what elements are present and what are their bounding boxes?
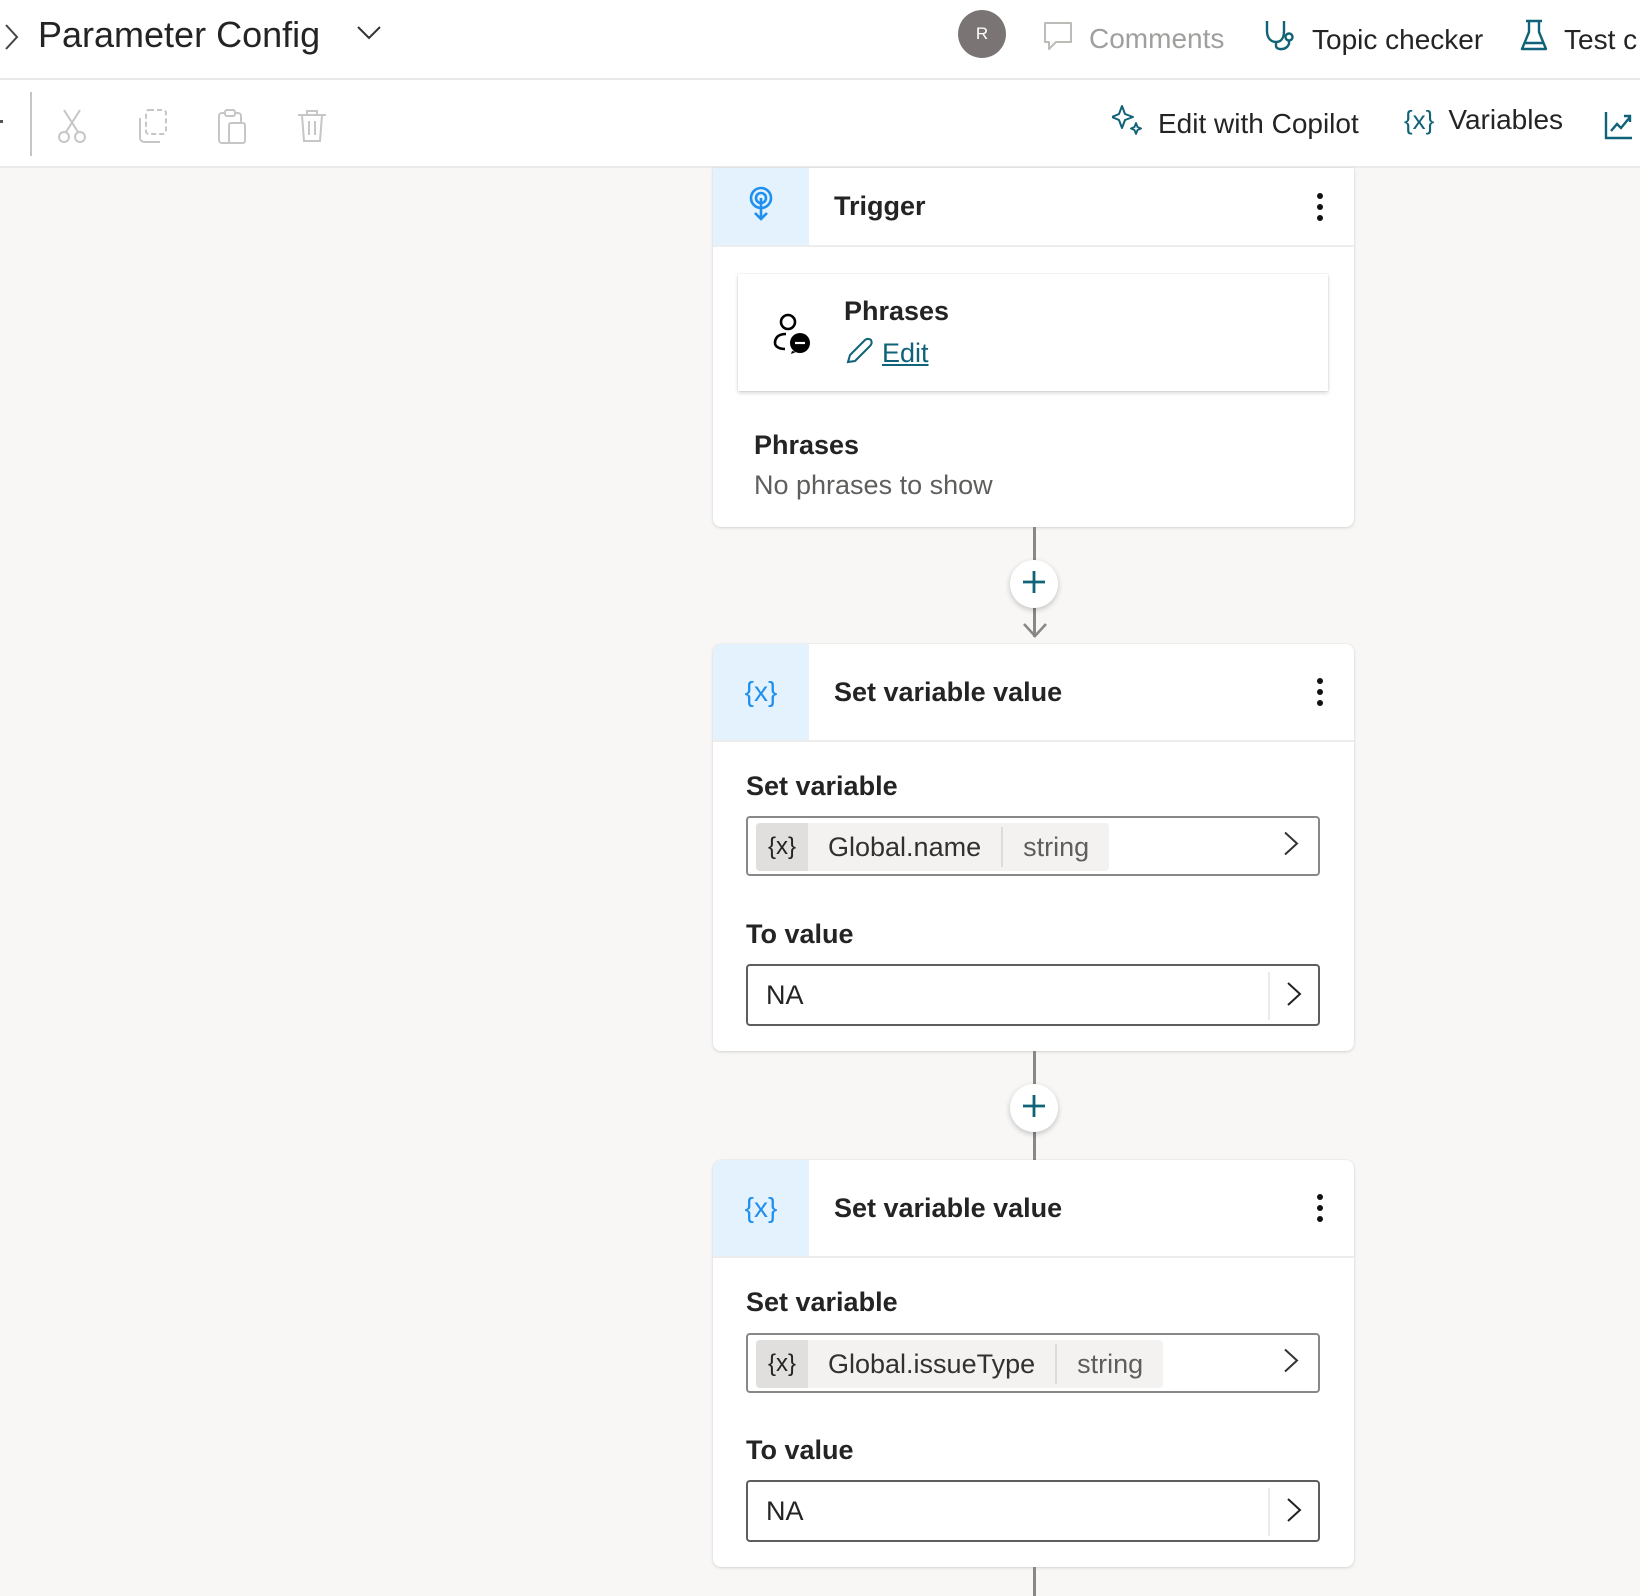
sparkle-icon — [1111, 104, 1144, 143]
card-header: {x} Set variable value — [713, 1160, 1354, 1258]
trigger-title: Trigger — [834, 191, 926, 221]
set-variable-label: Set variable — [746, 771, 898, 801]
clipboard-icon[interactable] — [216, 108, 248, 151]
variable-icon: {x} — [744, 1192, 778, 1223]
edit-phrases-link[interactable]: Edit — [844, 336, 929, 371]
variable-icon: {x} — [756, 1340, 808, 1388]
to-value-text: NA — [766, 1495, 804, 1526]
more-options-icon[interactable] — [1310, 1194, 1330, 1222]
phrases-box-title: Phrases — [844, 296, 950, 326]
stethoscope-icon — [1262, 18, 1298, 61]
variable-icon-wrap: {x} — [713, 644, 809, 740]
set-variable-label: Set variable — [746, 1287, 898, 1317]
toolbar: Edit with Copilot {x} Variables — [0, 80, 1640, 168]
comments-button[interactable]: Comments — [1041, 18, 1224, 59]
set-variable-card[interactable]: {x} Set variable value Set variable {x} … — [713, 1160, 1354, 1567]
set-variable-field[interactable]: {x} Global.issueType string — [746, 1333, 1320, 1393]
to-value-label: To value — [746, 1435, 854, 1465]
variables-button[interactable]: {x} Variables — [1404, 104, 1563, 136]
chevron-right-icon[interactable] — [1282, 830, 1300, 863]
more-options-icon[interactable] — [1310, 678, 1330, 706]
variable-icon: {x} — [756, 823, 808, 871]
copy-icon[interactable] — [136, 108, 170, 149]
beaker-icon — [1518, 18, 1550, 61]
phrases-label: Phrases — [754, 430, 860, 460]
comments-label: Comments — [1089, 22, 1225, 54]
trigger-card-header: Trigger — [713, 168, 1354, 247]
page-title: Parameter Config — [38, 14, 321, 55]
card-title: Set variable value — [834, 1192, 1063, 1223]
plus-icon — [1021, 569, 1047, 600]
more-options-icon[interactable] — [1310, 192, 1330, 221]
card-title: Set variable value — [834, 676, 1063, 707]
variable-icon: {x} — [1404, 104, 1435, 135]
edit-with-copilot-label: Edit with Copilot — [1158, 107, 1359, 139]
variable-chip[interactable]: {x} Global.issueType string — [756, 1340, 1164, 1388]
add-node-button[interactable] — [1010, 1084, 1058, 1132]
trigger-card[interactable]: Trigger Phrases Edit Phrases No phrases … — [713, 168, 1354, 527]
person-chat-icon — [772, 312, 812, 361]
variable-type: string — [1077, 1348, 1144, 1379]
chevron-right-icon[interactable] — [1282, 1347, 1300, 1380]
trigger-icon — [746, 186, 776, 227]
variable-icon: {x} — [744, 676, 778, 707]
variable-name: Global.name — [828, 831, 982, 862]
card-header: {x} Set variable value — [713, 644, 1354, 742]
to-value-label: To value — [746, 919, 854, 949]
value-picker-button[interactable] — [1268, 972, 1318, 1020]
phrases-box[interactable]: Phrases Edit — [738, 274, 1328, 391]
scissors-icon[interactable] — [56, 108, 88, 149]
chevron-right-icon[interactable] — [4, 22, 20, 57]
topic-checker-button[interactable]: Topic checker — [1262, 18, 1483, 61]
to-value-text: NA — [766, 979, 804, 1010]
edit-with-copilot-button[interactable]: Edit with Copilot — [1111, 104, 1359, 143]
toolbar-divider — [30, 92, 32, 156]
topic-checker-label: Topic checker — [1312, 23, 1484, 55]
add-node-button[interactable] — [1010, 560, 1058, 608]
trigger-icon-wrap — [713, 168, 809, 245]
trash-icon[interactable] — [296, 108, 328, 149]
test-label: Test c — [1564, 23, 1638, 55]
connector-line — [1033, 1567, 1036, 1596]
top-bar: Parameter Config R Comments Topic checke… — [0, 0, 1640, 80]
variable-type: string — [1023, 831, 1090, 862]
variable-name: Global.issueType — [828, 1348, 1036, 1379]
chevron-right-icon — [1285, 980, 1303, 1013]
variables-label: Variables — [1448, 104, 1564, 135]
variable-icon-wrap: {x} — [713, 1160, 809, 1256]
avatar[interactable]: R — [958, 10, 1006, 58]
test-button[interactable]: Test c — [1518, 18, 1637, 61]
edit-link[interactable]: Edit — [882, 338, 929, 369]
pencil-icon — [844, 336, 874, 371]
value-picker-button[interactable] — [1268, 1488, 1318, 1536]
undo-icon-fragment[interactable] — [0, 120, 3, 123]
arrow-down-icon — [1022, 620, 1048, 645]
chevron-down-icon[interactable] — [356, 24, 382, 47]
to-value-field[interactable]: NA — [746, 964, 1320, 1026]
plus-icon — [1021, 1093, 1047, 1124]
comment-icon — [1041, 18, 1075, 59]
set-variable-card[interactable]: {x} Set variable value Set variable {x} … — [713, 644, 1354, 1051]
set-variable-field[interactable]: {x} Global.name string — [746, 816, 1320, 876]
variable-chip[interactable]: {x} Global.name string — [756, 823, 1110, 871]
chart-trend-icon[interactable] — [1604, 110, 1634, 145]
to-value-field[interactable]: NA — [746, 1480, 1320, 1542]
chevron-right-icon — [1285, 1496, 1303, 1529]
avatar-initial: R — [975, 24, 989, 43]
phrases-empty-text: No phrases to show — [754, 470, 993, 500]
